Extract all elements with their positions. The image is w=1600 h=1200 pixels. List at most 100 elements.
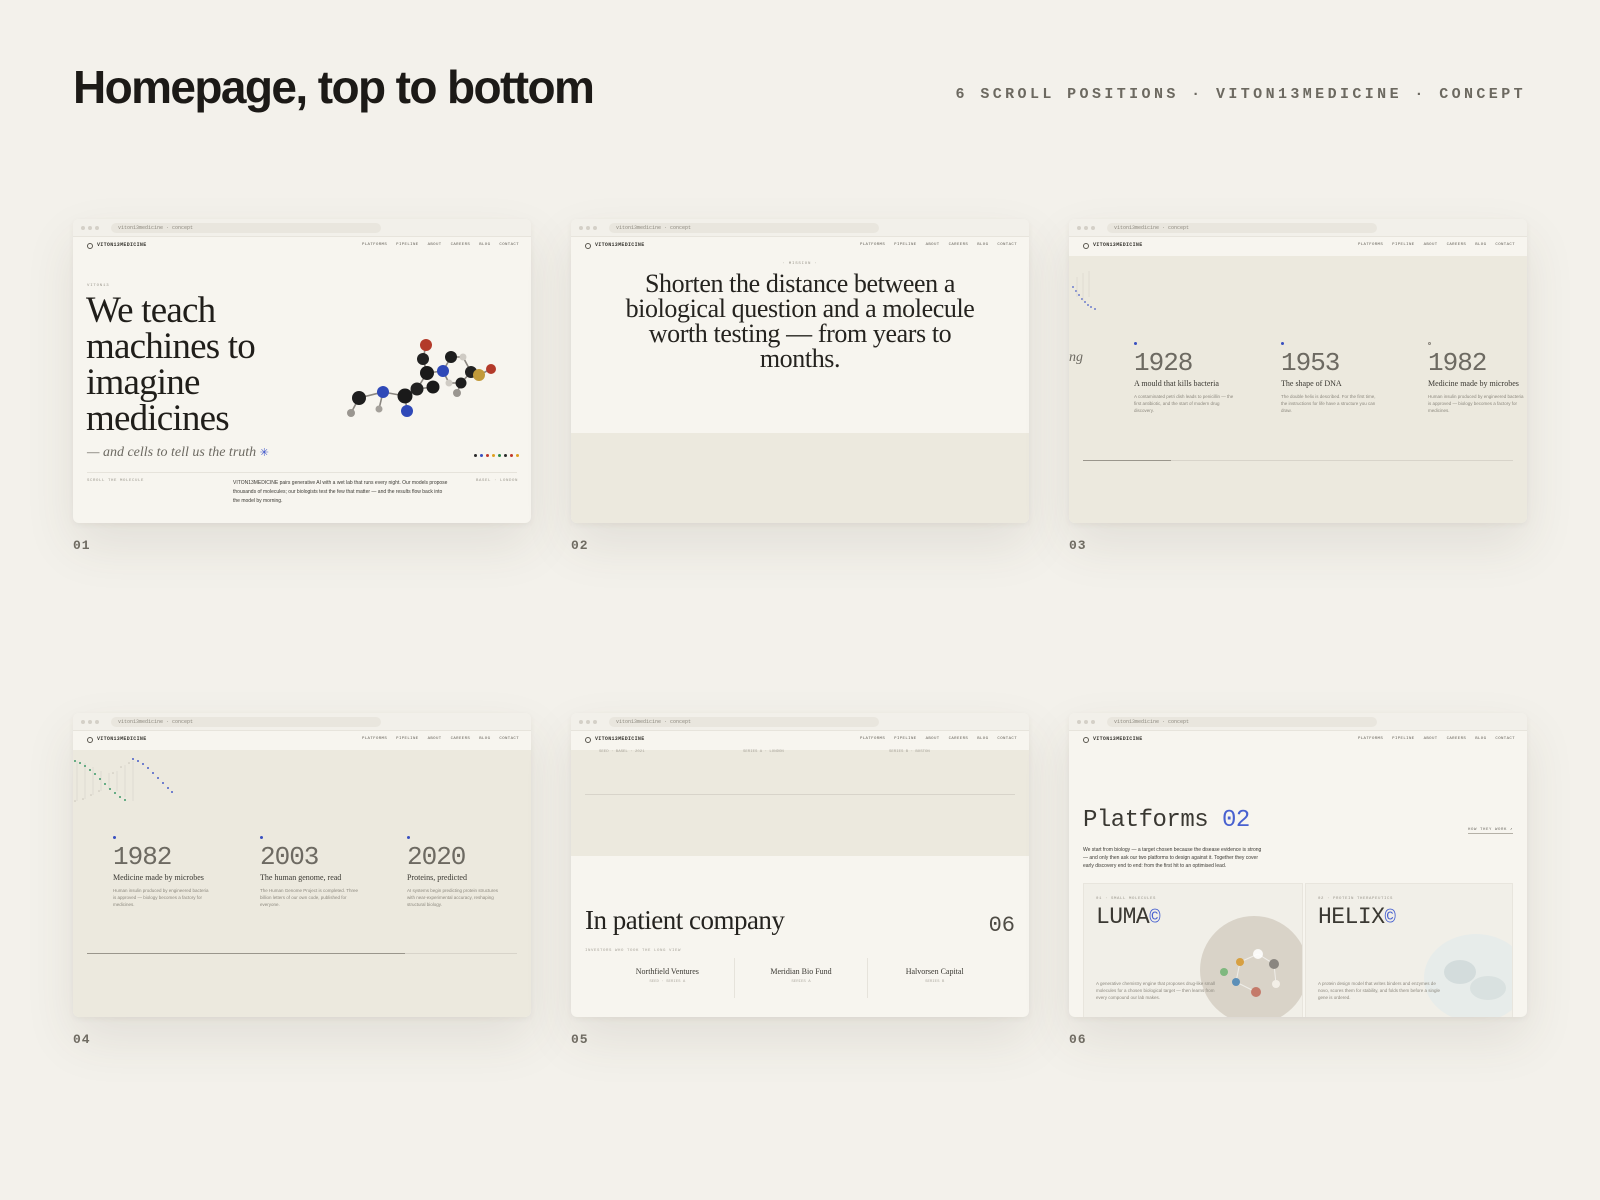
- browser-chrome: viton13medicine · concept: [73, 219, 531, 237]
- url-bar: viton13medicine · concept: [609, 717, 879, 727]
- brand-name: VITON13MEDICINE: [97, 736, 147, 742]
- timeline-year: 1982: [113, 842, 172, 872]
- hero-headline: We teach machines to imagine medicines: [86, 290, 256, 439]
- window-dot: [1091, 720, 1095, 724]
- nav-link-about: ABOUT: [925, 737, 940, 741]
- timeline-title: A mould that kills bacteria: [1134, 379, 1219, 388]
- window-dot: [1084, 226, 1088, 230]
- platform-name: LUMA©: [1096, 904, 1161, 930]
- timeline-desc: Human insulin produced by engineered bac…: [1428, 394, 1524, 413]
- platform-card-luma[interactable]: 01 · SMALL MOLECULES LUMA© A generative …: [1083, 883, 1303, 1017]
- card-label-06: 06: [1069, 1032, 1087, 1047]
- nav-link-blog: BLOG: [977, 243, 989, 247]
- site-nav: VITON13MEDICINE PLATFORMS PIPELINE ABOUT…: [73, 237, 531, 256]
- screen-card-04[interactable]: viton13medicine · concept VITON13MEDICIN…: [73, 713, 531, 1017]
- nav-link-pipeline: PIPELINE: [396, 737, 419, 741]
- molecule-sphere-icon: [1200, 916, 1302, 1017]
- nav-link-contact: CONTACT: [1495, 243, 1515, 247]
- nav-link-pipeline: PIPELINE: [894, 737, 917, 741]
- platform-eyebrow: 01 · SMALL MOLECULES: [1096, 897, 1157, 901]
- window-dot: [88, 226, 92, 230]
- nav-link-careers: CAREERS: [1446, 737, 1467, 741]
- timeline-marker: [1134, 342, 1137, 345]
- timeline-marker: [1281, 342, 1284, 345]
- copyright-icon: ©: [1384, 907, 1396, 929]
- cropped-caption: SERIES A · LONDON: [743, 750, 784, 754]
- timeline-year: 1982: [1428, 348, 1487, 378]
- dot: [516, 454, 519, 457]
- browser-chrome: viton13medicine · concept: [73, 713, 531, 731]
- timeline-title: Medicine made by microbes: [113, 873, 204, 882]
- nav-link-platforms: PLATFORMS: [859, 737, 886, 741]
- nav-link-about: ABOUT: [1423, 737, 1438, 741]
- site-nav: VITON13MEDICINE PLATFORMS PIPELINE ABOUT…: [1069, 237, 1527, 256]
- dot: [480, 454, 483, 457]
- timeline-marker: [1428, 342, 1431, 345]
- page-title: Homepage, top to bottom: [73, 61, 595, 113]
- previous-section-band: [571, 750, 1029, 856]
- window-dot: [579, 226, 583, 230]
- timeline-marker: [407, 836, 410, 839]
- screen-card-06[interactable]: viton13medicine · concept VITON13MEDICIN…: [1069, 713, 1527, 1017]
- card-label-04: 04: [73, 1032, 91, 1047]
- divider: [87, 472, 517, 473]
- browser-chrome: viton13medicine · concept: [1069, 713, 1527, 731]
- platform-name-text: HELIX: [1318, 904, 1385, 930]
- nav-link-blog: BLOG: [977, 737, 989, 741]
- locations: BASEL · LONDON: [475, 479, 518, 483]
- how-they-work-link[interactable]: HOW THEY WORK ↗: [1467, 826, 1513, 834]
- timeline-progress-fill: [87, 953, 405, 954]
- nav-link-platforms: PLATFORMS: [1357, 737, 1384, 741]
- dot: [474, 454, 477, 457]
- investor-round: SEED · SERIES A: [649, 980, 686, 984]
- logo-icon: [585, 737, 591, 743]
- platform-name-text: LUMA: [1096, 904, 1150, 930]
- screen-card-05[interactable]: viton13medicine · concept VITON13MEDICIN…: [571, 713, 1029, 1017]
- next-section-band: [571, 433, 1029, 523]
- window-dot: [586, 226, 590, 230]
- investor-name: Meridian Bio Fund: [770, 967, 832, 976]
- nav-link-contact: CONTACT: [499, 737, 519, 741]
- screen-card-01[interactable]: viton13medicine · concept VITON13MEDICIN…: [73, 219, 531, 523]
- window-dot: [95, 226, 99, 230]
- timeline-item: 2020 Proteins, predicted AI systems begi…: [407, 836, 507, 908]
- nav-link-blog: BLOG: [1475, 243, 1487, 247]
- nav-link-contact: CONTACT: [997, 737, 1017, 741]
- nav-link-platforms: PLATFORMS: [361, 243, 388, 247]
- intro-paragraph: VITON13MEDICINE pairs generative AI with…: [233, 480, 448, 504]
- timeline-desc: A contaminated petri dish leads to penic…: [1134, 394, 1234, 413]
- card-label-01: 01: [73, 538, 91, 553]
- nav-link-pipeline: PIPELINE: [396, 243, 419, 247]
- platform-card-helix[interactable]: 02 · PROTEIN THERAPEUTICS HELIX© A prote…: [1305, 883, 1513, 1017]
- nav-link-pipeline: PIPELINE: [1392, 737, 1415, 741]
- timeline-marker: [260, 836, 263, 839]
- brand-name: VITON13MEDICINE: [595, 242, 645, 248]
- platform-desc: A generative chemistry engine that propo…: [1096, 981, 1216, 1000]
- window-dot: [81, 720, 85, 724]
- nav-link-blog: BLOG: [479, 737, 491, 741]
- timeline-year: 1953: [1281, 348, 1340, 378]
- url-bar: viton13medicine · concept: [111, 223, 381, 233]
- protein-blob-icon: [1424, 934, 1512, 1017]
- screen-card-02[interactable]: viton13medicine · concept VITON13MEDICIN…: [571, 219, 1029, 523]
- site-nav: VITON13MEDICINE PLATFORMS PIPELINE ABOUT…: [571, 237, 1029, 256]
- window-dot: [593, 226, 597, 230]
- section-number: 06: [988, 913, 1015, 938]
- investor-item: Meridian Bio Fund SERIES A: [733, 958, 868, 998]
- investor-item: Northfield Ventures SEED · SERIES A: [601, 958, 734, 998]
- logo-icon: [585, 243, 591, 249]
- nav-link-careers: CAREERS: [450, 737, 471, 741]
- dna-helix-icon: [74, 758, 173, 802]
- nav-link-careers: CAREERS: [450, 243, 471, 247]
- screen-card-03[interactable]: viton13medicine · concept VITON13MEDICIN…: [1069, 219, 1527, 523]
- divider: [585, 794, 1015, 795]
- logo-icon: [1083, 737, 1089, 743]
- hero-subline: — and cells to tell us the truth ✳: [87, 445, 269, 461]
- timeline-year: 2020: [407, 842, 466, 872]
- timeline-year: 2003: [260, 842, 319, 872]
- molecule-illustration: [347, 339, 496, 417]
- timeline-title: The shape of DNA: [1281, 379, 1342, 388]
- cropped-caption: SEED · BASEL · 2021: [599, 750, 645, 754]
- timeline-item: 2003 The human genome, read The Human Ge…: [260, 836, 360, 908]
- cropped-caption: SERIES B · BOSTON: [889, 750, 930, 754]
